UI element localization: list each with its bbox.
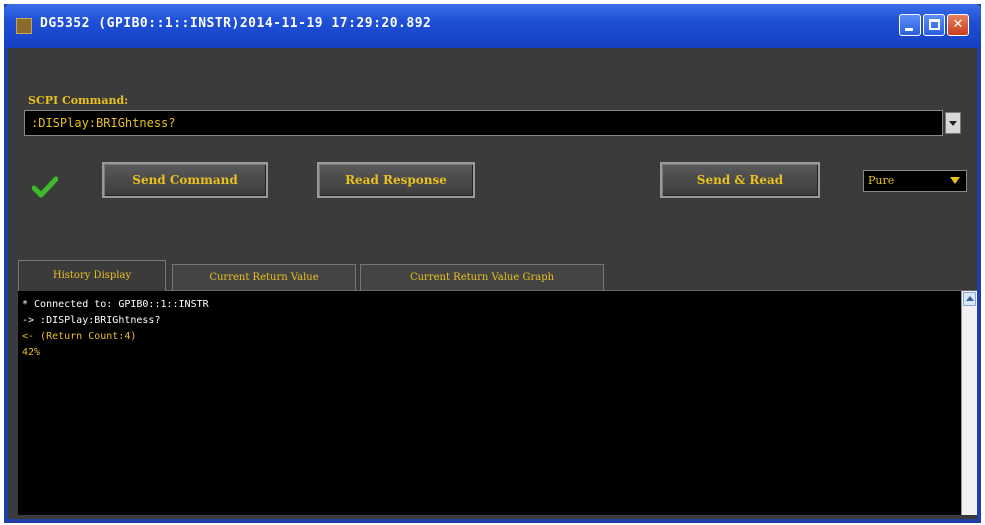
window-title: DG5352 (GPIB0::1::INSTR)2014-11-19 17:29…	[40, 16, 432, 31]
tab-current-return-value[interactable]: Current Return Value	[172, 264, 356, 290]
close-icon: ✕	[952, 17, 964, 32]
minimize-icon	[905, 28, 913, 31]
tab-history-display[interactable]: History Display	[18, 260, 166, 291]
format-select[interactable]: Pure	[863, 170, 967, 192]
history-scrollbar[interactable]	[961, 291, 977, 515]
maximize-button[interactable]	[923, 14, 945, 36]
command-history-dropdown[interactable]	[945, 112, 961, 134]
send-and-read-button[interactable]: Send & Read	[660, 162, 820, 198]
app-icon	[16, 18, 32, 34]
history-line: <- (Return Count:4)	[22, 331, 137, 342]
scpi-command-label: SCPI Command:	[28, 94, 129, 107]
app-window: DG5352 (GPIB0::1::INSTR)2014-11-19 17:29…	[4, 4, 981, 523]
history-line: 42%	[22, 347, 41, 358]
client-area: SCPI Command: :DISPlay:BRIGhtness? Send …	[8, 48, 977, 519]
scpi-command-input[interactable]: :DISPlay:BRIGhtness?	[24, 110, 943, 136]
read-response-button[interactable]: Read Response	[317, 162, 475, 198]
chevron-down-icon	[949, 121, 957, 126]
send-command-button[interactable]: Send Command	[102, 162, 268, 198]
check-icon	[32, 176, 58, 198]
close-button[interactable]: ✕	[947, 14, 969, 36]
format-select-value: Pure	[868, 174, 895, 187]
tab-strip: History Display Current Return Value Cur…	[18, 260, 977, 291]
title-bar[interactable]: DG5352 (GPIB0::1::INSTR)2014-11-19 17:29…	[4, 4, 981, 48]
maximize-icon	[929, 19, 940, 30]
history-line: -> :DISPlay:BRIGhtness?	[22, 315, 161, 326]
history-console[interactable]: * Connected to: GPIB0::1::INSTR -> :DISP…	[18, 291, 961, 515]
chevron-down-icon	[950, 177, 960, 184]
scroll-up-button[interactable]	[963, 292, 976, 306]
scpi-command-value: :DISPlay:BRIGhtness?	[31, 116, 176, 130]
chevron-up-icon	[966, 296, 974, 301]
history-line: * Connected to: GPIB0::1::INSTR	[22, 299, 209, 310]
minimize-button[interactable]	[899, 14, 921, 36]
tab-current-return-value-graph[interactable]: Current Return Value Graph	[360, 264, 604, 290]
